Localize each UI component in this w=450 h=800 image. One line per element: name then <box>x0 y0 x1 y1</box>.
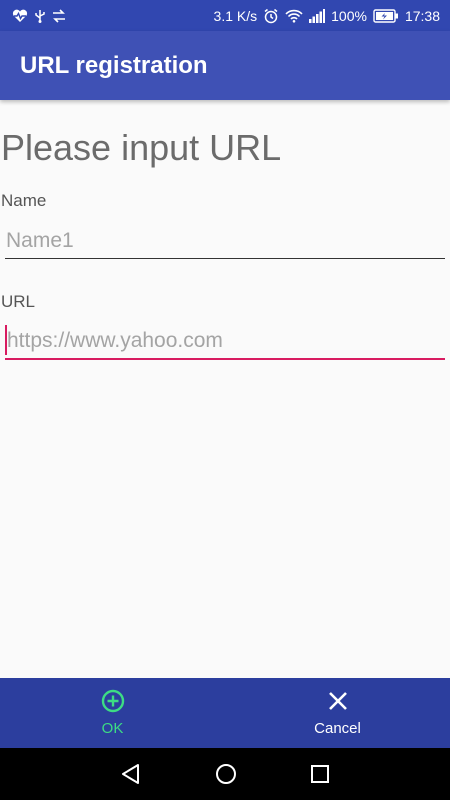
add-circle-icon <box>101 689 125 718</box>
status-bar: 3.1 K/s 100% 17:38 <box>0 0 450 31</box>
close-icon <box>326 689 350 718</box>
network-speed: 3.1 K/s <box>213 7 258 24</box>
alarm-icon <box>263 8 279 24</box>
status-bar-notifications <box>12 8 66 23</box>
transfer-icon <box>52 8 66 23</box>
url-input-underline <box>5 358 445 360</box>
url-input[interactable] <box>5 323 445 359</box>
page-heading: Please input URL <box>1 127 282 168</box>
status-bar-system: 3.1 K/s 100% 17:38 <box>214 8 440 24</box>
battery-percent: 100% <box>331 7 367 24</box>
signal-icon <box>309 8 326 23</box>
cancel-label: Cancel <box>314 720 361 737</box>
usb-icon <box>34 9 46 23</box>
back-icon[interactable] <box>120 763 142 785</box>
cancel-button[interactable]: Cancel <box>225 678 450 748</box>
name-input-underline <box>5 258 445 259</box>
app-bar: URL registration <box>0 31 450 100</box>
wifi-icon <box>285 9 303 23</box>
navigation-bar <box>0 748 450 800</box>
url-label: URL <box>1 292 36 311</box>
recents-icon[interactable] <box>310 764 330 784</box>
ok-label: OK <box>101 720 124 737</box>
name-label: Name <box>1 191 47 210</box>
clock: 17:38 <box>404 7 440 24</box>
ok-button[interactable]: OK <box>0 678 225 748</box>
home-icon[interactable] <box>215 763 237 785</box>
app-title: URL registration <box>20 51 208 79</box>
bottom-action-bar: OK Cancel <box>0 678 450 748</box>
battery-icon <box>373 8 399 23</box>
heart-pulse-icon <box>12 9 28 23</box>
name-input[interactable] <box>5 223 445 259</box>
